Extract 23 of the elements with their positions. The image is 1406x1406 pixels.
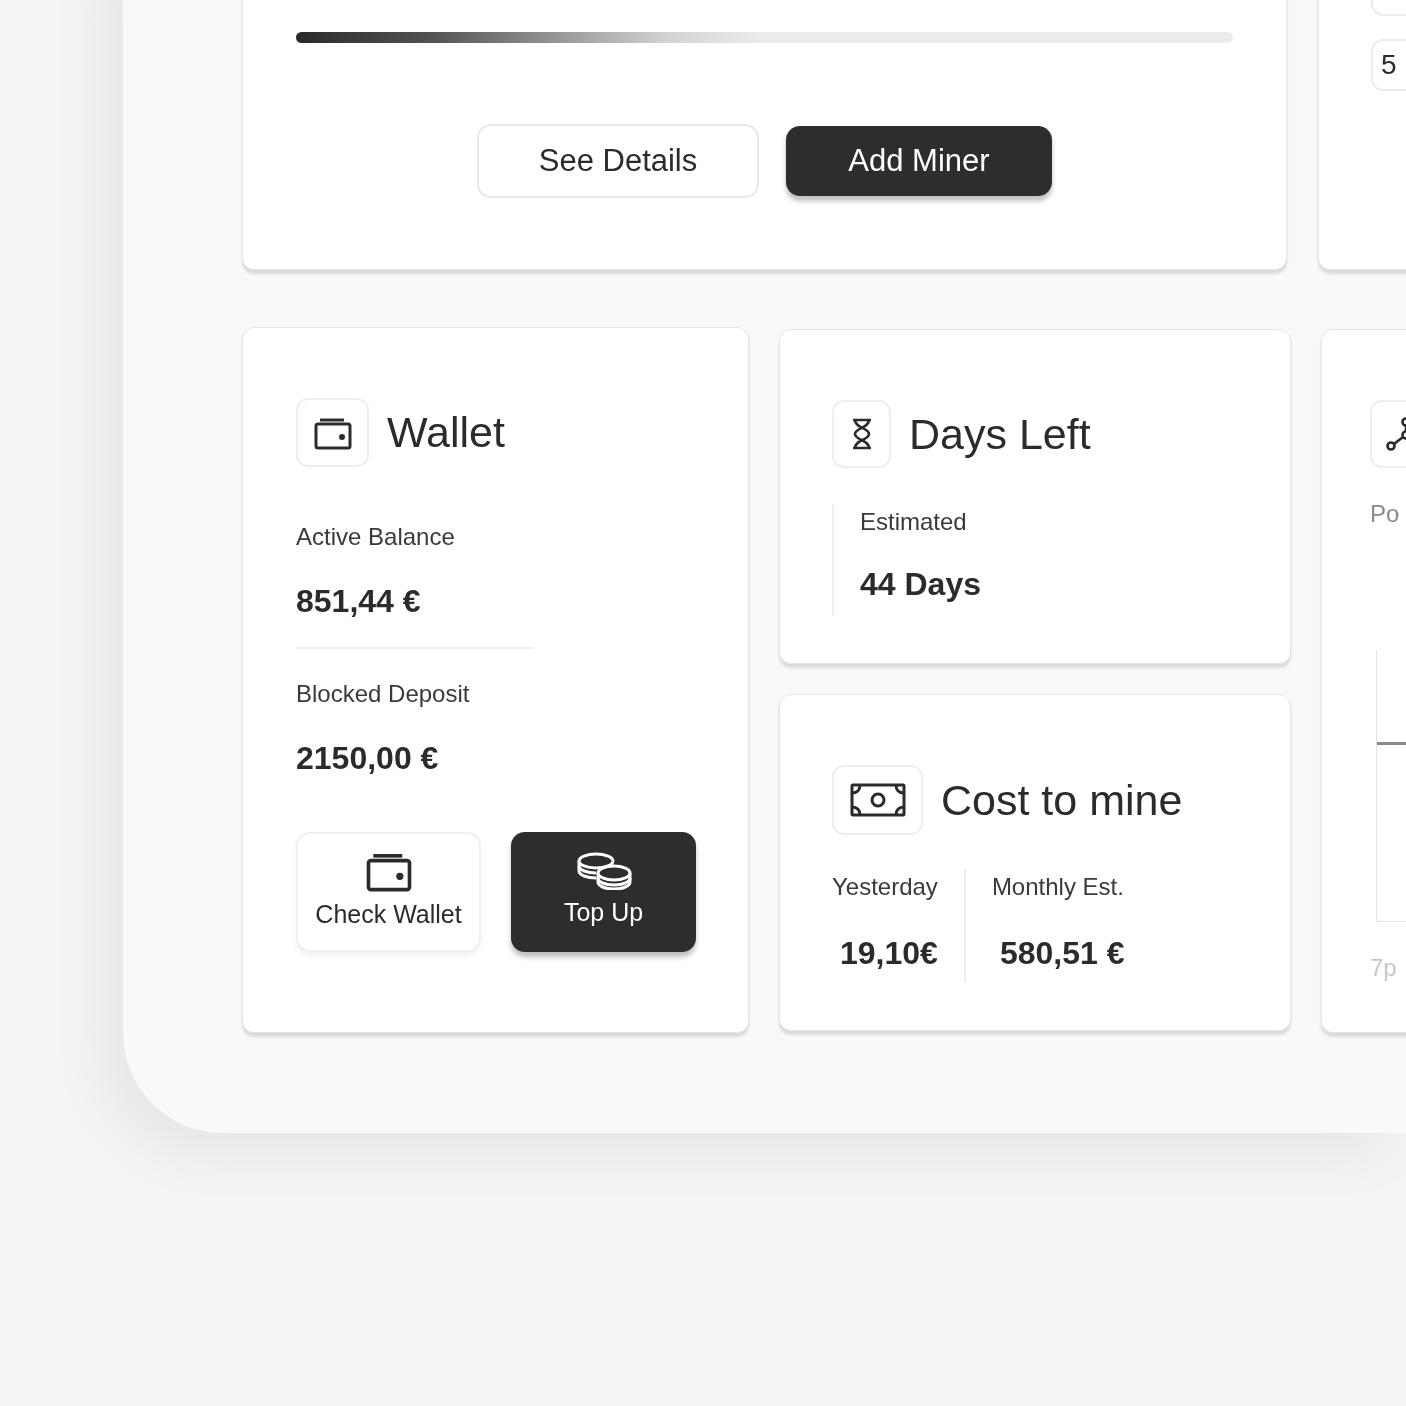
axis-label: 7p	[1370, 953, 1398, 983]
balance-value: 2150,00 €	[296, 739, 440, 778]
card-title: Days Left	[909, 412, 1091, 456]
network-icon	[1386, 417, 1406, 451]
cost-value: 19,10€	[839, 934, 938, 973]
details-button[interactable]: See Details	[477, 124, 759, 198]
card-title: Wallet	[387, 411, 505, 454]
balance-label: Blocked Deposit	[296, 679, 471, 709]
balance-label: Active Balance	[296, 522, 456, 552]
balance-value: 851,44 €	[296, 582, 422, 621]
coins-icon	[575, 852, 632, 891]
pool-label: Po	[1370, 499, 1401, 529]
banknote-icon	[849, 783, 906, 817]
card-title: Cost to mine	[941, 778, 1183, 822]
cost-label: Monthly Est.	[991, 872, 1125, 902]
estimate-label: Estimated	[860, 507, 968, 537]
check-wallet-button[interactable]: Check Wallet	[296, 832, 481, 952]
days-value: 44 Days	[860, 565, 982, 604]
top-up-button[interactable]: Top Up	[511, 832, 696, 952]
cost-label: Yesterday	[832, 872, 938, 902]
chip-value: 5	[1380, 48, 1397, 82]
cost-value: 580,51 €	[998, 934, 1125, 973]
add-button[interactable]: Add Miner	[786, 126, 1052, 196]
